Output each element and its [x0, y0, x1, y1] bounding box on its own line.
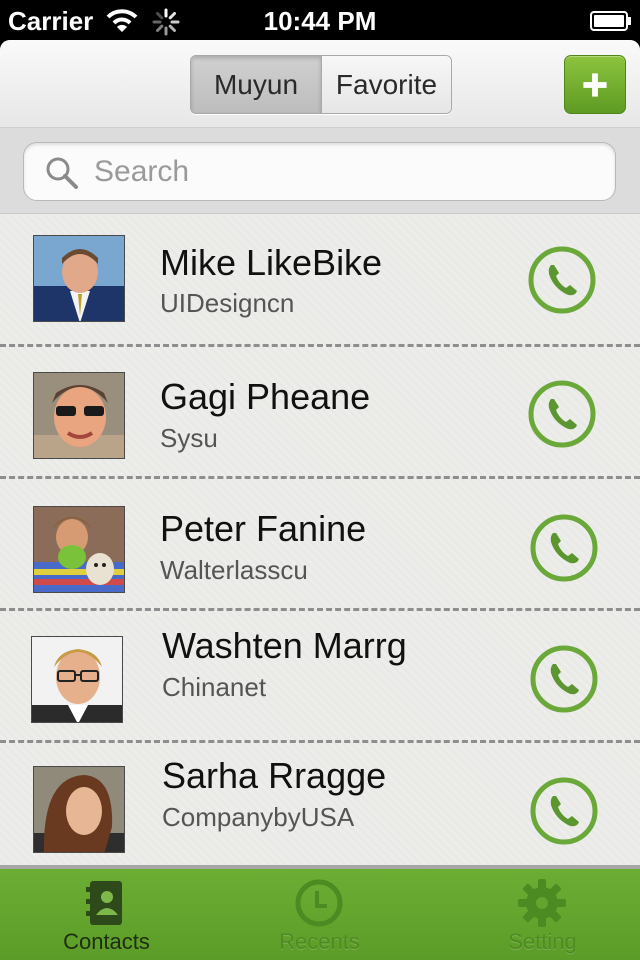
call-button[interactable]	[530, 514, 598, 582]
segment-muyun[interactable]: Muyun	[191, 56, 322, 113]
tab-recents[interactable]: Recents	[213, 869, 426, 960]
avatar	[33, 235, 125, 322]
tab-contacts[interactable]: Contacts	[0, 869, 213, 960]
contact-row[interactable]: Mike LikeBike UIDesigncn	[0, 215, 640, 347]
clock-icon	[295, 879, 343, 927]
contact-name: Mike LikeBike	[160, 242, 383, 283]
avatar	[33, 766, 125, 853]
search-field[interactable]	[23, 142, 616, 201]
contact-list: Mike LikeBike UIDesigncn Gagi Pheane Sys…	[0, 215, 640, 865]
contact-company: Walterlasscu	[160, 555, 308, 585]
contact-name: Washten Marrg	[162, 625, 407, 666]
navigation-bar: Muyun Favorite	[0, 40, 640, 128]
contact-row[interactable]: Peter Fanine Walterlasscu	[0, 479, 640, 611]
add-contact-button[interactable]	[564, 55, 626, 114]
avatar	[31, 636, 123, 723]
contact-row[interactable]: Gagi Pheane Sysu	[0, 347, 640, 479]
call-button[interactable]	[528, 380, 596, 448]
search-input[interactable]	[94, 151, 594, 193]
contact-company: UIDesigncn	[160, 288, 295, 318]
contact-row[interactable]: Washten Marrg Chinanet	[0, 611, 640, 743]
search-icon	[46, 157, 78, 189]
call-button[interactable]	[530, 645, 598, 713]
contact-name: Peter Fanine	[160, 508, 367, 549]
clock-time: 10:44 PM	[263, 6, 377, 36]
call-button[interactable]	[530, 777, 598, 845]
battery-icon	[590, 11, 631, 31]
contact-name: Gagi Pheane	[160, 376, 371, 417]
call-button[interactable]	[528, 246, 596, 314]
tab-label: Recents	[279, 929, 360, 954]
segmented-control: Muyun Favorite	[190, 55, 452, 114]
contact-company: CompanybyUSA	[162, 802, 355, 832]
tab-label: Contacts	[63, 929, 150, 954]
plus-icon	[583, 73, 607, 97]
avatar	[33, 506, 125, 593]
contact-name: Sarha Rragge	[162, 755, 387, 796]
tab-setting[interactable]: Setting	[426, 869, 639, 960]
gear-icon	[518, 879, 566, 927]
search-bar	[0, 128, 640, 214]
tab-label: Setting	[508, 929, 577, 954]
contact-company: Chinanet	[162, 672, 267, 702]
address-book-icon	[86, 881, 122, 925]
contact-row[interactable]: Sarha Rragge CompanybyUSA	[0, 743, 640, 865]
tab-bar: Contacts Recents Setting	[0, 865, 640, 960]
contact-company: Sysu	[160, 423, 218, 453]
avatar	[33, 372, 125, 459]
segment-favorite[interactable]: Favorite	[322, 56, 451, 113]
app-screen: Muyun Favorite Search Mike LikeBike UIDe…	[0, 40, 640, 960]
status-bar: Carrier 10:44 PM	[0, 0, 640, 40]
